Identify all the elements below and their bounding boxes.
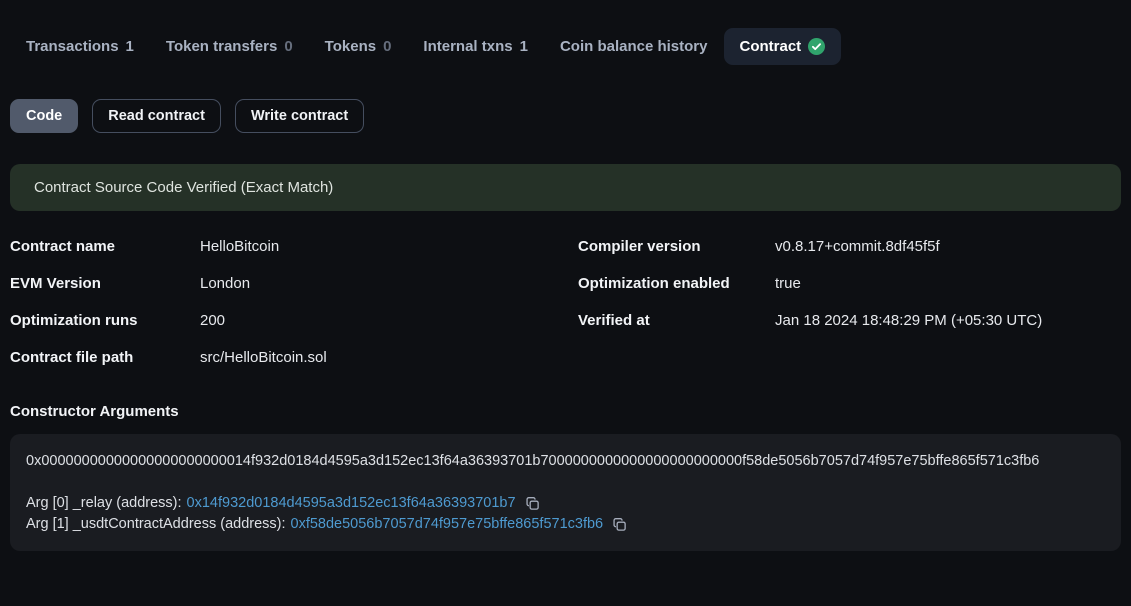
info-label: Contract name <box>10 238 200 255</box>
info-value: v0.8.17+commit.8df45f5f <box>775 238 940 255</box>
tab-count: 0 <box>383 37 391 56</box>
info-column-left: Contract name HelloBitcoin EVM Version L… <box>10 228 578 376</box>
info-row-verified-at: Verified at Jan 18 2024 18:48:29 PM (+05… <box>578 302 1121 339</box>
tab-internal-txns[interactable]: Internal txns 1 <box>407 28 544 65</box>
tab-count: 1 <box>126 37 134 56</box>
info-label: Optimization enabled <box>578 275 775 292</box>
info-label: Verified at <box>578 312 775 329</box>
arg-address-link[interactable]: 0xf58de5056b7057d74f957e75bffe865f571c3f… <box>291 514 604 535</box>
read-contract-button[interactable]: Read contract <box>92 99 221 133</box>
info-value: true <box>775 275 801 292</box>
tab-coin-balance-history[interactable]: Coin balance history <box>544 28 724 65</box>
info-row-contract-name: Contract name HelloBitcoin <box>10 228 578 265</box>
constructor-arguments-heading: Constructor Arguments <box>10 403 1121 420</box>
tab-tokens[interactable]: Tokens 0 <box>309 28 408 65</box>
contract-page: Transactions 1 Token transfers 0 Tokens … <box>0 28 1131 551</box>
info-label: Contract file path <box>10 349 200 366</box>
verified-check-icon <box>808 38 825 55</box>
verified-banner: Contract Source Code Verified (Exact Mat… <box>10 164 1121 211</box>
info-row-compiler-version: Compiler version v0.8.17+commit.8df45f5f <box>578 228 1121 265</box>
info-label: EVM Version <box>10 275 200 292</box>
constructor-args-list: Arg [0] _relay (address): 0x14f932d0184d… <box>26 493 1105 535</box>
info-value: London <box>200 275 250 292</box>
tab-bar: Transactions 1 Token transfers 0 Tokens … <box>10 28 1121 65</box>
tab-label: Tokens <box>325 37 376 56</box>
info-column-right: Compiler version v0.8.17+commit.8df45f5f… <box>578 228 1121 376</box>
arg-label: Arg [0] _relay (address): <box>26 493 182 514</box>
constructor-arg-row: Arg [0] _relay (address): 0x14f932d0184d… <box>26 493 1105 514</box>
code-tab-button[interactable]: Code <box>10 99 78 133</box>
info-label: Compiler version <box>578 238 775 255</box>
info-row-optimization-enabled: Optimization enabled true <box>578 265 1121 302</box>
tab-label: Internal txns <box>423 37 512 56</box>
tab-label: Transactions <box>26 37 119 56</box>
constructor-arguments-block: 0x00000000000000000000000014f932d0184d45… <box>10 434 1121 551</box>
tab-count: 1 <box>520 37 528 56</box>
tab-label: Contract <box>740 37 802 56</box>
info-value: Jan 18 2024 18:48:29 PM (+05:30 UTC) <box>775 312 1042 329</box>
info-value: src/HelloBitcoin.sol <box>200 349 327 366</box>
info-label: Optimization runs <box>10 312 200 329</box>
info-row-evm-version: EVM Version London <box>10 265 578 302</box>
constructor-arg-row: Arg [1] _usdtContractAddress (address): … <box>26 514 1105 535</box>
copy-icon[interactable] <box>525 496 540 511</box>
tab-label: Token transfers <box>166 37 277 56</box>
tab-transactions[interactable]: Transactions 1 <box>10 28 150 65</box>
tab-contract[interactable]: Contract <box>724 28 842 65</box>
constructor-raw-hex: 0x00000000000000000000000014f932d0184d45… <box>26 452 1105 471</box>
info-value: HelloBitcoin <box>200 238 279 255</box>
copy-icon[interactable] <box>612 517 627 532</box>
info-value: 200 <box>200 312 225 329</box>
contract-info-grid: Contract name HelloBitcoin EVM Version L… <box>10 228 1121 376</box>
arg-address-link[interactable]: 0x14f932d0184d4595a3d152ec13f64a36393701… <box>187 493 516 514</box>
arg-label: Arg [1] _usdtContractAddress (address): <box>26 514 286 535</box>
write-contract-button[interactable]: Write contract <box>235 99 364 133</box>
info-row-optimization-runs: Optimization runs 200 <box>10 302 578 339</box>
info-row-contract-file-path: Contract file path src/HelloBitcoin.sol <box>10 339 578 376</box>
contract-subtabs: Code Read contract Write contract <box>10 99 1121 133</box>
tab-token-transfers[interactable]: Token transfers 0 <box>150 28 309 65</box>
tab-label: Coin balance history <box>560 37 708 56</box>
tab-count: 0 <box>284 37 292 56</box>
verified-banner-text: Contract Source Code Verified (Exact Mat… <box>34 179 333 196</box>
